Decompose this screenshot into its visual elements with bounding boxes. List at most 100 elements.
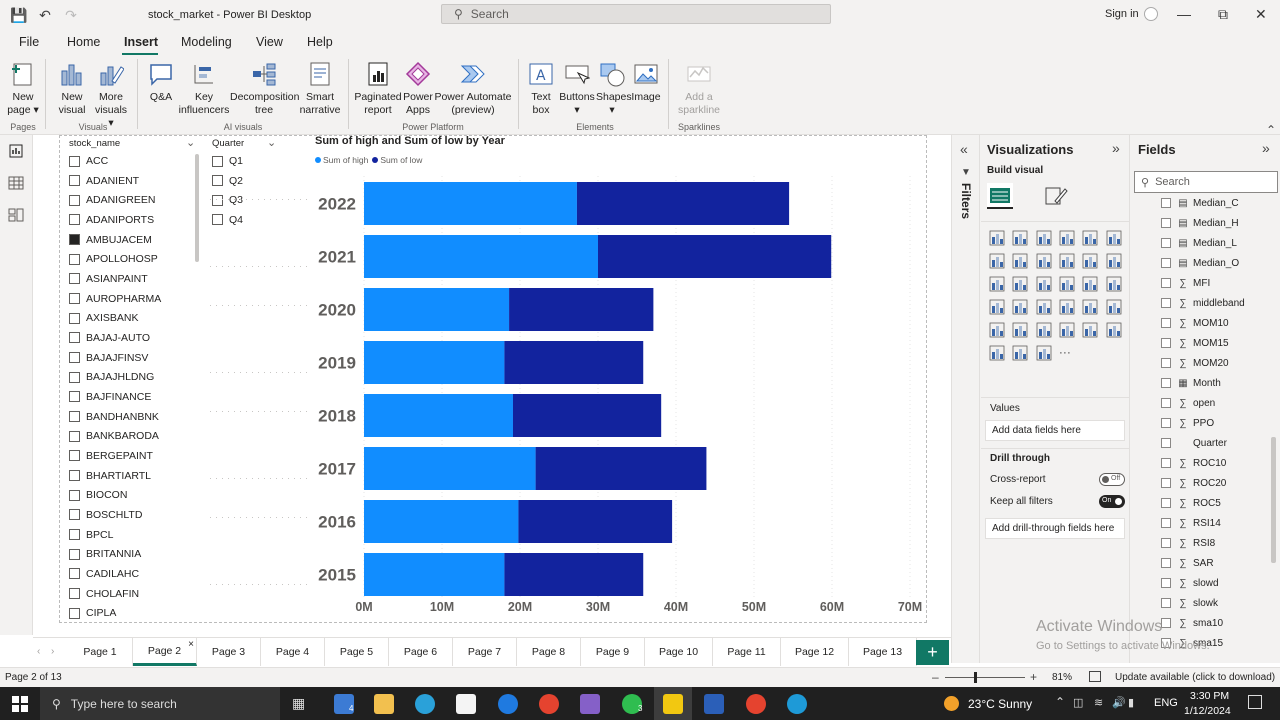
slicer-visual-icon[interactable] (1059, 299, 1075, 315)
bar-sum-of-high[interactable] (364, 500, 519, 543)
bar-sum-of-low[interactable] (576, 182, 790, 225)
task-view-icon[interactable]: ▦ (292, 695, 305, 712)
checkbox[interactable] (1161, 518, 1171, 528)
clustered-column-visual-icon[interactable] (1059, 230, 1075, 246)
field-item[interactable]: ∑ PPO (1161, 415, 1214, 431)
network-icon[interactable]: ◫ (1073, 696, 1083, 709)
zoom-out-icon[interactable]: – (932, 670, 939, 684)
sign-in-link[interactable]: Sign in (1105, 8, 1139, 20)
100-bar-visual-icon[interactable] (1082, 230, 1098, 246)
power-automate-visual-icon[interactable] (1036, 345, 1052, 361)
key-influencers-button[interactable]: Key influencers (178, 61, 230, 117)
checkbox[interactable] (1161, 458, 1171, 468)
format-visual-tab[interactable] (1043, 183, 1069, 209)
minimize-icon[interactable]: — (1177, 6, 1191, 22)
checkbox[interactable] (1161, 218, 1171, 228)
bluetooth-icon[interactable] (498, 694, 518, 714)
field-item[interactable]: ∑ slowk (1161, 595, 1218, 611)
weather-text[interactable]: 23°C Sunny (968, 697, 1032, 711)
menu-file[interactable]: File (19, 35, 39, 49)
text-box-button[interactable]: A Text box (526, 61, 556, 117)
paginated-report-button[interactable]: Paginated report (354, 61, 402, 117)
bar-sum-of-low[interactable] (504, 553, 644, 596)
close-icon[interactable]: ✕ (1255, 6, 1267, 23)
paginated-visual-icon[interactable] (1106, 322, 1122, 338)
next-page-icon[interactable]: › (51, 646, 54, 657)
python-visual-visual-icon[interactable] (989, 322, 1005, 338)
tab-page[interactable]: Page 5 (325, 638, 389, 666)
field-item[interactable]: ∑ open (1161, 395, 1215, 411)
smart-narrative-button[interactable]: Smart narrative (298, 61, 342, 117)
waterfall-visual-icon[interactable] (1106, 253, 1122, 269)
telegram-icon[interactable] (415, 694, 435, 714)
power-automate-button[interactable]: Power Automate (preview) (434, 61, 512, 117)
key-influencers-visual-icon[interactable] (1012, 322, 1028, 338)
checkbox[interactable] (1161, 438, 1171, 448)
field-item[interactable]: ∑ ROC5 (1161, 495, 1221, 511)
values-drop-zone[interactable]: Add data fields here (985, 420, 1125, 441)
zoom-slider-thumb[interactable] (974, 672, 977, 683)
checkbox[interactable] (1161, 358, 1171, 368)
field-item[interactable]: ∑ MFI (1161, 275, 1210, 291)
new-page-button[interactable]: New page ▾ (6, 61, 40, 117)
redo-icon[interactable]: ↷ (58, 0, 84, 30)
line-clustered-visual-icon[interactable] (1059, 253, 1075, 269)
checkbox[interactable] (1161, 398, 1171, 408)
bar-sum-of-high[interactable] (364, 394, 513, 437)
field-item[interactable]: ∑ middleband (1161, 295, 1245, 311)
prev-page-icon[interactable]: ‹ (37, 646, 40, 657)
tab-page[interactable]: Page 11 (713, 638, 781, 666)
tab-page[interactable]: Page 4 (261, 638, 325, 666)
donut-visual-icon[interactable] (1036, 276, 1052, 292)
word-icon[interactable] (704, 694, 724, 714)
field-item[interactable]: ∑ MOM15 (1161, 335, 1229, 351)
checkbox[interactable] (1161, 558, 1171, 568)
qa-button[interactable]: Q&A (146, 61, 176, 104)
powerbi-icon[interactable] (663, 694, 683, 714)
field-item[interactable]: ∑ sma10 (1161, 615, 1223, 631)
bar-sum-of-low[interactable] (518, 500, 673, 543)
tab-page[interactable]: Page 1 (68, 638, 133, 666)
pie-visual-icon[interactable] (1012, 276, 1028, 292)
checkbox[interactable] (1161, 598, 1171, 608)
tab-page[interactable]: Page 10 (645, 638, 713, 666)
clock-time[interactable]: 3:30 PM (1190, 690, 1229, 702)
language-indicator[interactable]: ENG (1154, 697, 1178, 709)
save-icon[interactable]: 💾 (6, 0, 32, 30)
fit-page-icon[interactable] (1089, 671, 1101, 682)
edge-icon[interactable] (787, 694, 807, 714)
tab-page[interactable]: Page 3 (197, 638, 261, 666)
checkbox[interactable] (1161, 498, 1171, 508)
matrix-visual-icon[interactable] (1106, 299, 1122, 315)
field-item[interactable]: Quarter (1161, 435, 1227, 451)
field-item[interactable]: ▦ Month (1161, 375, 1221, 391)
undo-icon[interactable]: ↶ (32, 0, 58, 30)
tab-page[interactable]: Page 9 (581, 638, 645, 666)
file-explorer-icon[interactable] (374, 694, 394, 714)
restore-icon[interactable]: ⧉ (1218, 6, 1228, 23)
bar-sum-of-low[interactable] (509, 288, 654, 331)
bar-sum-of-high[interactable] (364, 288, 510, 331)
checkbox[interactable] (1161, 618, 1171, 628)
bar-sum-of-high[interactable] (364, 341, 505, 384)
field-item[interactable]: ∑ RSI8 (1161, 535, 1215, 551)
stacked-bar-visual-icon[interactable] (989, 230, 1005, 246)
add-sparkline-button[interactable]: Add a sparkline (676, 61, 722, 117)
clustered-bar-visual-icon[interactable] (1036, 230, 1052, 246)
menu-modeling[interactable]: Modeling (181, 35, 232, 49)
collapse-viz-icon[interactable]: » (1112, 140, 1120, 156)
field-item[interactable]: ∑ MOM10 (1161, 315, 1229, 331)
tab-page[interactable]: Page 6 (389, 638, 453, 666)
visual-studio-icon[interactable] (580, 694, 600, 714)
checkbox[interactable] (1161, 418, 1171, 428)
filled-map-visual-icon[interactable] (1106, 276, 1122, 292)
tab-page[interactable]: Page 7 (453, 638, 517, 666)
line-column-visual-icon[interactable] (1036, 253, 1052, 269)
menu-home[interactable]: Home (67, 35, 100, 49)
bar-sum-of-low[interactable] (512, 394, 662, 437)
drill-through-drop-zone[interactable]: Add drill-through fields here (985, 518, 1125, 539)
table-visual-icon[interactable] (1082, 299, 1098, 315)
model-view-icon[interactable] (8, 207, 24, 223)
100-column-visual-icon[interactable] (1106, 230, 1122, 246)
kpi-visual-icon[interactable] (1036, 299, 1052, 315)
